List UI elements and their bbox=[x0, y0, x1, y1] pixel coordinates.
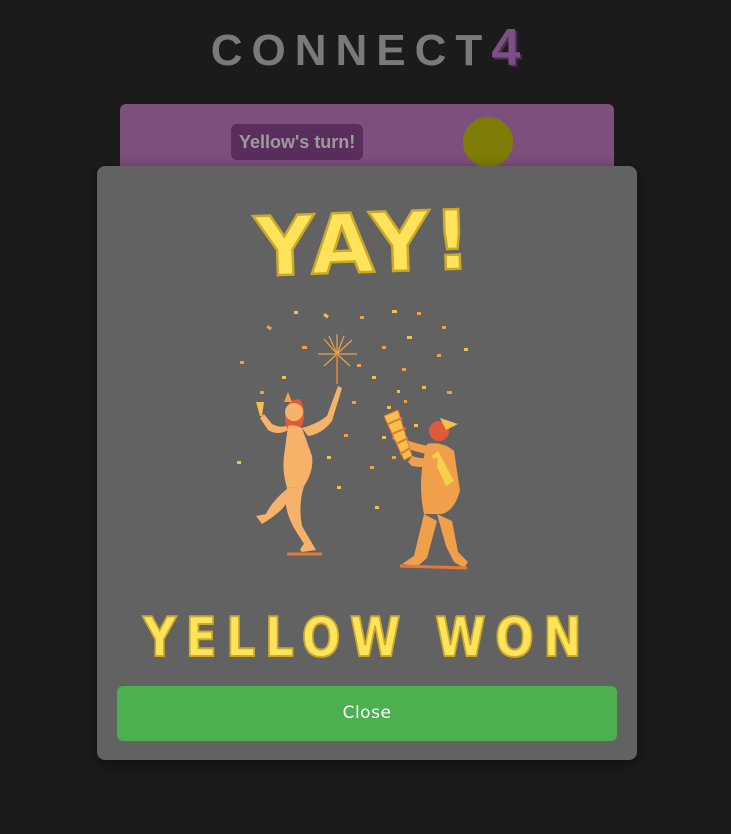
winner-modal: YAY! YELLOW WON Close bbox=[97, 166, 637, 760]
result-text: YELLOW WON bbox=[142, 606, 591, 669]
turn-indicator: Yellow's turn! bbox=[231, 124, 364, 160]
current-player-disc bbox=[463, 117, 513, 167]
celebration-illustration-icon bbox=[237, 310, 468, 570]
app-title: CONNECT4 bbox=[0, 18, 731, 81]
sparkler-icon bbox=[318, 334, 357, 384]
close-button[interactable]: Close bbox=[117, 686, 617, 741]
result-banner: YELLOW WON bbox=[141, 605, 591, 670]
yay-headline: YAY! bbox=[251, 196, 478, 297]
app-title-number: 4 bbox=[491, 19, 521, 77]
app-title-text: CONNECT bbox=[210, 26, 492, 75]
man-figure-icon bbox=[383, 409, 468, 570]
woman-figure-icon bbox=[256, 386, 342, 556]
yay-headline-text: YAY! bbox=[252, 196, 476, 296]
